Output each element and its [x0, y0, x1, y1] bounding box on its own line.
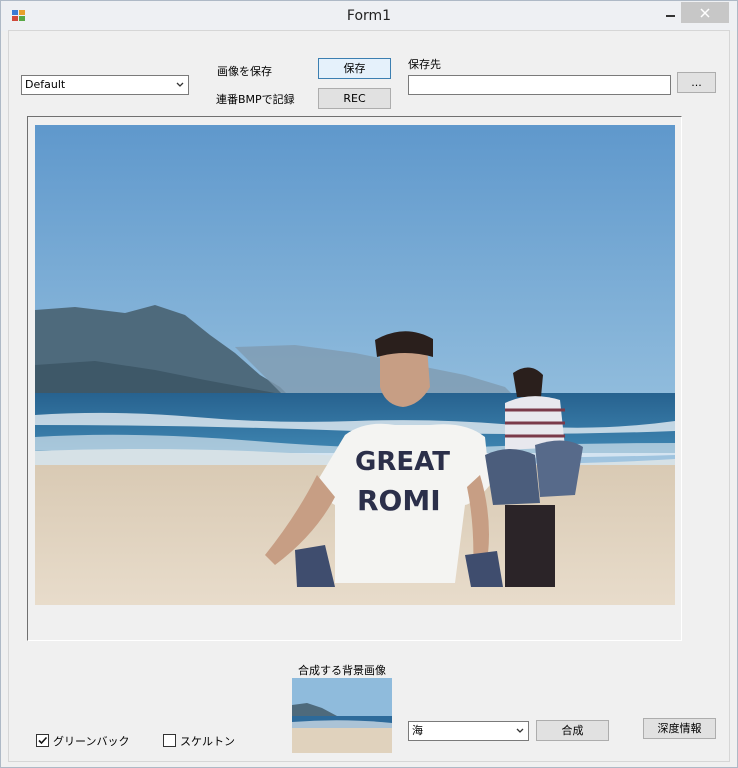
- browse-button[interactable]: ...: [677, 72, 716, 93]
- background-image-label: 合成する背景画像: [298, 664, 386, 677]
- composite-preview-image: GREAT ROMI: [35, 125, 675, 605]
- skeleton-label: スケルトン: [180, 735, 235, 748]
- rec-button[interactable]: REC: [318, 88, 391, 109]
- depth-info-button[interactable]: 深度情報: [643, 718, 716, 739]
- background-thumbnail: [292, 678, 392, 753]
- background-combo-value: 海: [412, 724, 423, 737]
- greenback-checkbox-box[interactable]: [36, 734, 49, 747]
- record-bmp-label: 連番BMPで記録: [216, 93, 295, 106]
- compose-button[interactable]: 合成: [536, 720, 609, 741]
- minimize-icon: [666, 14, 675, 17]
- preset-combo-value: Default: [25, 78, 66, 91]
- preset-combo[interactable]: Default: [21, 75, 189, 95]
- save-image-label: 画像を保存: [217, 65, 272, 78]
- destination-label: 保存先: [408, 58, 441, 71]
- close-icon: [700, 7, 710, 18]
- chevron-down-icon: [516, 728, 524, 733]
- svg-text:GREAT: GREAT: [355, 447, 450, 477]
- destination-input[interactable]: [408, 75, 671, 95]
- title-bar[interactable]: Form1: [1, 1, 737, 31]
- window-title: Form1: [346, 8, 392, 24]
- checkmark-icon: [38, 736, 48, 745]
- save-button[interactable]: 保存: [318, 58, 391, 79]
- svg-text:ROMI: ROMI: [357, 484, 441, 517]
- close-button[interactable]: [681, 2, 729, 23]
- chevron-down-icon: [176, 82, 184, 87]
- skeleton-checkbox-box[interactable]: [163, 734, 176, 747]
- greenback-label: グリーンバック: [53, 735, 130, 748]
- background-combo[interactable]: 海: [408, 721, 529, 741]
